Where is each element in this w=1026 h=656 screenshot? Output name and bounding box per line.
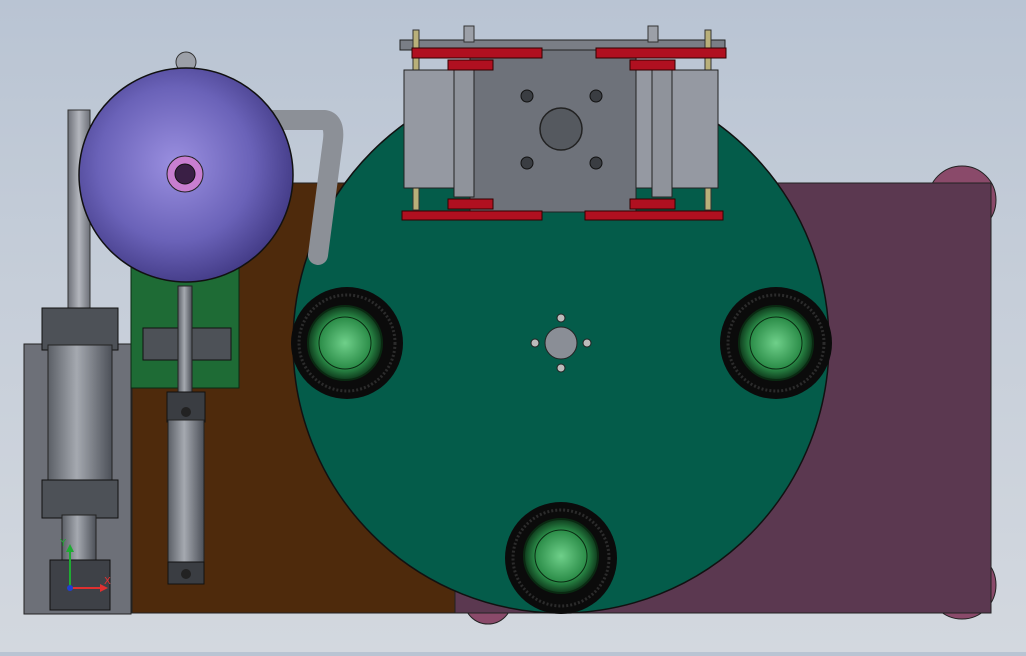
- station-wheel-right[interactable]: [720, 287, 832, 399]
- cad-viewport[interactable]: X Y: [0, 0, 1026, 652]
- hopper[interactable]: [78, 51, 294, 283]
- z-axis-marker: [67, 585, 73, 591]
- station-wheel-bottom[interactable]: [505, 502, 617, 614]
- x-axis-label: X: [104, 576, 111, 587]
- model-canvas[interactable]: X Y: [0, 0, 1026, 652]
- station-wheel-left[interactable]: [291, 287, 403, 399]
- y-axis-label: Y: [59, 538, 67, 549]
